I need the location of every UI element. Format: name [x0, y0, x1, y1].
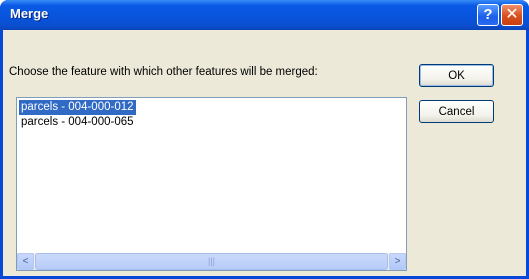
cancel-button[interactable]: Cancel: [419, 100, 494, 123]
scroll-right-arrow-icon[interactable]: >: [389, 253, 406, 270]
help-button[interactable]: ?: [477, 4, 499, 26]
horizontal-scrollbar[interactable]: < ||| >: [17, 253, 406, 270]
prompt-label: Choose the feature with which other feat…: [9, 66, 318, 78]
scroll-thumb[interactable]: |||: [35, 253, 388, 270]
merge-dialog: Merge ? ✕ Choose the feature with which …: [0, 0, 529, 279]
list-item[interactable]: parcels - 004-000-065: [19, 115, 136, 130]
title-bar[interactable]: Merge ? ✕: [0, 0, 529, 30]
list-item-selected[interactable]: parcels - 004-000-012: [19, 100, 136, 115]
dialog-body: Choose the feature with which other feat…: [3, 30, 526, 276]
close-button[interactable]: ✕: [501, 4, 523, 26]
dialog-title: Merge: [10, 6, 49, 21]
ok-button[interactable]: OK: [419, 64, 494, 87]
feature-listbox[interactable]: parcels - 004-000-012 parcels - 004-000-…: [16, 97, 407, 271]
scroll-left-arrow-icon[interactable]: <: [17, 253, 34, 270]
